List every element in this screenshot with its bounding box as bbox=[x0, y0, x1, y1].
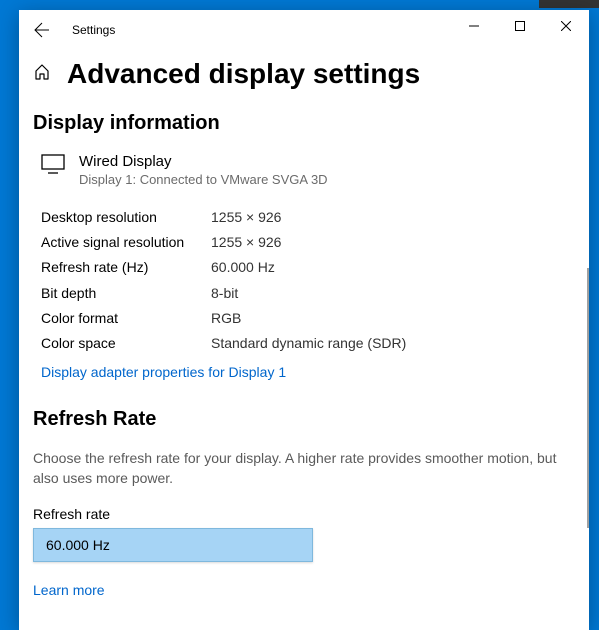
info-label: Refresh rate (Hz) bbox=[41, 255, 211, 280]
info-label: Color format bbox=[41, 306, 211, 331]
info-label: Color space bbox=[41, 331, 211, 356]
minimize-button[interactable] bbox=[451, 10, 497, 42]
info-value: 60.000 Hz bbox=[211, 255, 275, 280]
info-row: Desktop resolution1255 × 926 bbox=[41, 205, 575, 230]
minimize-icon bbox=[469, 21, 479, 31]
monitor-icon bbox=[41, 153, 65, 187]
close-icon bbox=[561, 21, 571, 31]
info-value: 1255 × 926 bbox=[211, 205, 281, 230]
page-header: Advanced display settings bbox=[33, 58, 575, 90]
info-value: RGB bbox=[211, 306, 241, 331]
close-button[interactable] bbox=[543, 10, 589, 42]
info-row: Active signal resolution1255 × 926 bbox=[41, 230, 575, 255]
info-grid: Desktop resolution1255 × 926 Active sign… bbox=[33, 205, 575, 356]
info-row: Color spaceStandard dynamic range (SDR) bbox=[41, 331, 575, 356]
info-row: Bit depth8-bit bbox=[41, 281, 575, 306]
maximize-button[interactable] bbox=[497, 10, 543, 42]
titlebar: Settings bbox=[19, 10, 589, 50]
adapter-properties-link[interactable]: Display adapter properties for Display 1 bbox=[41, 364, 286, 380]
refresh-rate-label: Refresh rate bbox=[33, 506, 575, 522]
refresh-rate-dropdown[interactable]: 60.000 Hz bbox=[33, 528, 313, 562]
scrollbar[interactable] bbox=[587, 268, 589, 528]
taskbar-fragment bbox=[539, 0, 599, 8]
info-value: Standard dynamic range (SDR) bbox=[211, 331, 406, 356]
content-area: Advanced display settings Display inform… bbox=[19, 50, 589, 630]
back-arrow-icon bbox=[34, 22, 50, 38]
display-summary: Wired Display Display 1: Connected to VM… bbox=[33, 153, 575, 187]
info-label: Bit depth bbox=[41, 281, 211, 306]
refresh-rate-description: Choose the refresh rate for your display… bbox=[33, 449, 575, 488]
home-icon[interactable] bbox=[33, 63, 51, 86]
dropdown-selected-value: 60.000 Hz bbox=[46, 537, 110, 553]
window-title: Settings bbox=[72, 23, 115, 37]
info-row: Refresh rate (Hz)60.000 Hz bbox=[41, 255, 575, 280]
info-label: Active signal resolution bbox=[41, 230, 211, 255]
display-name: Wired Display bbox=[79, 153, 328, 170]
info-label: Desktop resolution bbox=[41, 205, 211, 230]
display-subtitle: Display 1: Connected to VMware SVGA 3D bbox=[79, 172, 328, 187]
display-info-heading: Display information bbox=[33, 112, 575, 135]
page-title: Advanced display settings bbox=[67, 58, 420, 90]
info-row: Color formatRGB bbox=[41, 306, 575, 331]
info-value: 1255 × 926 bbox=[211, 230, 281, 255]
refresh-rate-heading: Refresh Rate bbox=[33, 408, 575, 431]
settings-window: Settings Advanced display settings Displ… bbox=[19, 10, 589, 630]
info-value: 8-bit bbox=[211, 281, 238, 306]
window-controls bbox=[451, 10, 589, 42]
back-button[interactable] bbox=[19, 10, 64, 50]
learn-more-link[interactable]: Learn more bbox=[33, 582, 105, 598]
maximize-icon bbox=[515, 21, 525, 31]
